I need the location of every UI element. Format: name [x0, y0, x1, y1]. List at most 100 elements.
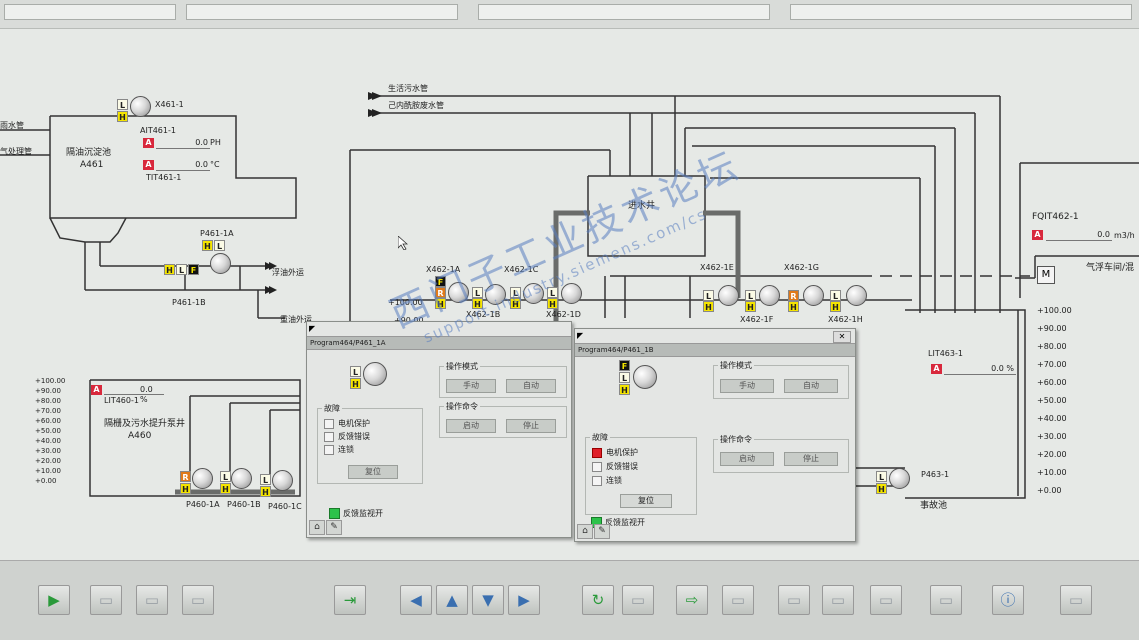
agitator-x462-1e[interactable]	[718, 285, 739, 306]
analyzer-tag: AIT461-1	[140, 126, 176, 135]
reset-button[interactable]: 复位	[620, 494, 672, 508]
tool-icon[interactable]: ✎	[326, 520, 342, 535]
scale-tick: +100.00	[1037, 306, 1072, 315]
tank-a461-title: 隔油沉淀池	[66, 148, 112, 158]
p460-1b-H-indicator: H	[220, 483, 231, 494]
dim-icon[interactable]: ▭	[622, 585, 654, 615]
stop-button[interactable]: 停止	[506, 419, 556, 433]
scale-tick: +30.00	[35, 447, 61, 455]
x462-1g-H-indicator: H	[788, 301, 799, 312]
next-screen-icon[interactable]: ⇨	[676, 585, 708, 615]
pump-p460-1c-tag: P460-1C	[268, 502, 302, 511]
home-icon[interactable]: ⌂	[577, 524, 593, 539]
dim-icon[interactable]: ▭	[136, 585, 168, 615]
dialog-resize-icon: ◤	[577, 331, 584, 340]
fault-feedback-label: 反馈错误	[606, 462, 638, 471]
dialog-title: Program464/P461_1A	[307, 336, 571, 350]
dim-icon[interactable]: ▭	[722, 585, 754, 615]
agitator-x462-1f-tag: X462-1F	[740, 315, 774, 324]
arrow-right-icon[interactable]: ▶	[508, 585, 540, 615]
play-icon[interactable]: ▶	[38, 585, 70, 615]
auto-button[interactable]: 自动	[784, 379, 838, 393]
scale-tick: +90.00	[1037, 324, 1067, 333]
dim-icon[interactable]: ▭	[778, 585, 810, 615]
p461-1b-H-indicator: H	[164, 264, 175, 275]
x462-1d-H-indicator: H	[547, 298, 558, 309]
flow-unit: m3/h	[1114, 231, 1135, 240]
pump-p461-1a[interactable]	[210, 253, 231, 274]
lit463-value-number: 0.0	[991, 364, 1004, 373]
agitator-x462-1a-tag: X462-1A	[426, 265, 461, 274]
dim-icon[interactable]: ▭	[182, 585, 214, 615]
scale-tick: +90.00	[35, 387, 61, 395]
manual-button[interactable]: 手动	[720, 379, 774, 393]
dialog-L-indicator: L	[619, 372, 630, 383]
x462-1c-L-indicator: L	[510, 287, 521, 298]
arrow-down-icon[interactable]: ▼	[472, 585, 504, 615]
pump-p460-1a[interactable]	[192, 468, 213, 489]
agitator-x462-1d[interactable]	[561, 283, 582, 304]
home-icon[interactable]: ⌂	[309, 520, 325, 535]
agitator-x461-1[interactable]	[130, 96, 151, 117]
agitator-x462-1b[interactable]	[485, 284, 506, 305]
dim-icon[interactable]: ▭	[90, 585, 122, 615]
mouse-cursor-icon	[398, 236, 408, 250]
analyzer-unit: PH	[210, 138, 221, 147]
p460-1b-L-indicator: L	[220, 471, 231, 482]
x462-1a-F-indicator: F	[435, 276, 446, 287]
process-diagram: 雨水管 气处理管 L H X461-1 AIT461-1 A 0.0 PH A …	[0, 28, 1139, 560]
dim-icon[interactable]: ▭	[822, 585, 854, 615]
temp-alarm-icon: A	[143, 160, 154, 170]
fault-feedback-checkbox	[592, 462, 602, 472]
arrow-left-icon[interactable]: ◀	[400, 585, 432, 615]
x462-1g-R-indicator: R	[788, 290, 799, 301]
tool-icon[interactable]: ✎	[594, 524, 610, 539]
agitator-x461-tag: X461-1	[155, 100, 184, 109]
agitator-x462-1a[interactable]	[448, 282, 469, 303]
a460-scale: +100.00 +90.00 +80.00 +70.00 +60.00 +50.…	[30, 376, 80, 492]
pump-p463-1[interactable]	[889, 468, 910, 489]
cmd-group-title: 操作命令	[718, 434, 754, 445]
manual-button[interactable]: 手动	[446, 379, 496, 393]
top-field-3	[478, 4, 770, 20]
agitator-x462-1h[interactable]	[846, 285, 867, 306]
temp-value: 0.0	[156, 160, 210, 171]
fault-interlock-checkbox	[592, 476, 602, 486]
start-button[interactable]: 启动	[720, 452, 774, 466]
scale-tick: +20.00	[1037, 450, 1067, 459]
dim-icon[interactable]: ▭	[1060, 585, 1092, 615]
scale-tick: +30.00	[1037, 432, 1067, 441]
pump-p460-1c[interactable]	[272, 470, 293, 491]
auto-button[interactable]: 自动	[506, 379, 556, 393]
a460-level-tag: LIT460-1	[104, 396, 139, 405]
pump-p460-1a-tag: P460-1A	[186, 500, 220, 509]
exit-icon[interactable]: ⇥	[334, 585, 366, 615]
dialog-L-indicator: L	[350, 366, 361, 377]
fault-group: 故障 电机保护 反馈错误 连锁 复位	[317, 403, 423, 484]
arrow-up-icon[interactable]: ▲	[436, 585, 468, 615]
lit463-alarm-icon: A	[931, 364, 942, 374]
scale-tick: +40.00	[35, 437, 61, 445]
agitator-x462-1f[interactable]	[759, 285, 780, 306]
x462-1b-H-indicator: H	[472, 298, 483, 309]
float-oil-out-label: 浮油外运	[272, 268, 304, 277]
flow-meter-symbol: M	[1037, 266, 1055, 284]
info-icon[interactable]: ⓘ	[992, 585, 1024, 615]
start-button[interactable]: 启动	[446, 419, 496, 433]
pump-p460-1b[interactable]	[231, 468, 252, 489]
close-icon[interactable]: ✕	[833, 331, 851, 343]
agitator-x462-1g[interactable]	[803, 285, 824, 306]
refresh-icon[interactable]: ↻	[582, 585, 614, 615]
reset-button[interactable]: 复位	[348, 465, 398, 479]
lit463-tag: LIT463-1	[928, 349, 963, 358]
scale-tick: +70.00	[35, 407, 61, 415]
dim-icon[interactable]: ▭	[930, 585, 962, 615]
dim-icon[interactable]: ▭	[870, 585, 902, 615]
p461-1a-H-indicator: H	[202, 240, 213, 251]
dialog-footer: ⌂ ✎	[309, 514, 343, 535]
agitator-x462-1c[interactable]	[523, 283, 544, 304]
agitator-x462-1e-tag: X462-1E	[700, 263, 734, 272]
stop-button[interactable]: 停止	[784, 452, 838, 466]
analyzer-value: 0.0	[156, 138, 210, 149]
p460-1c-H-indicator: H	[260, 486, 271, 497]
